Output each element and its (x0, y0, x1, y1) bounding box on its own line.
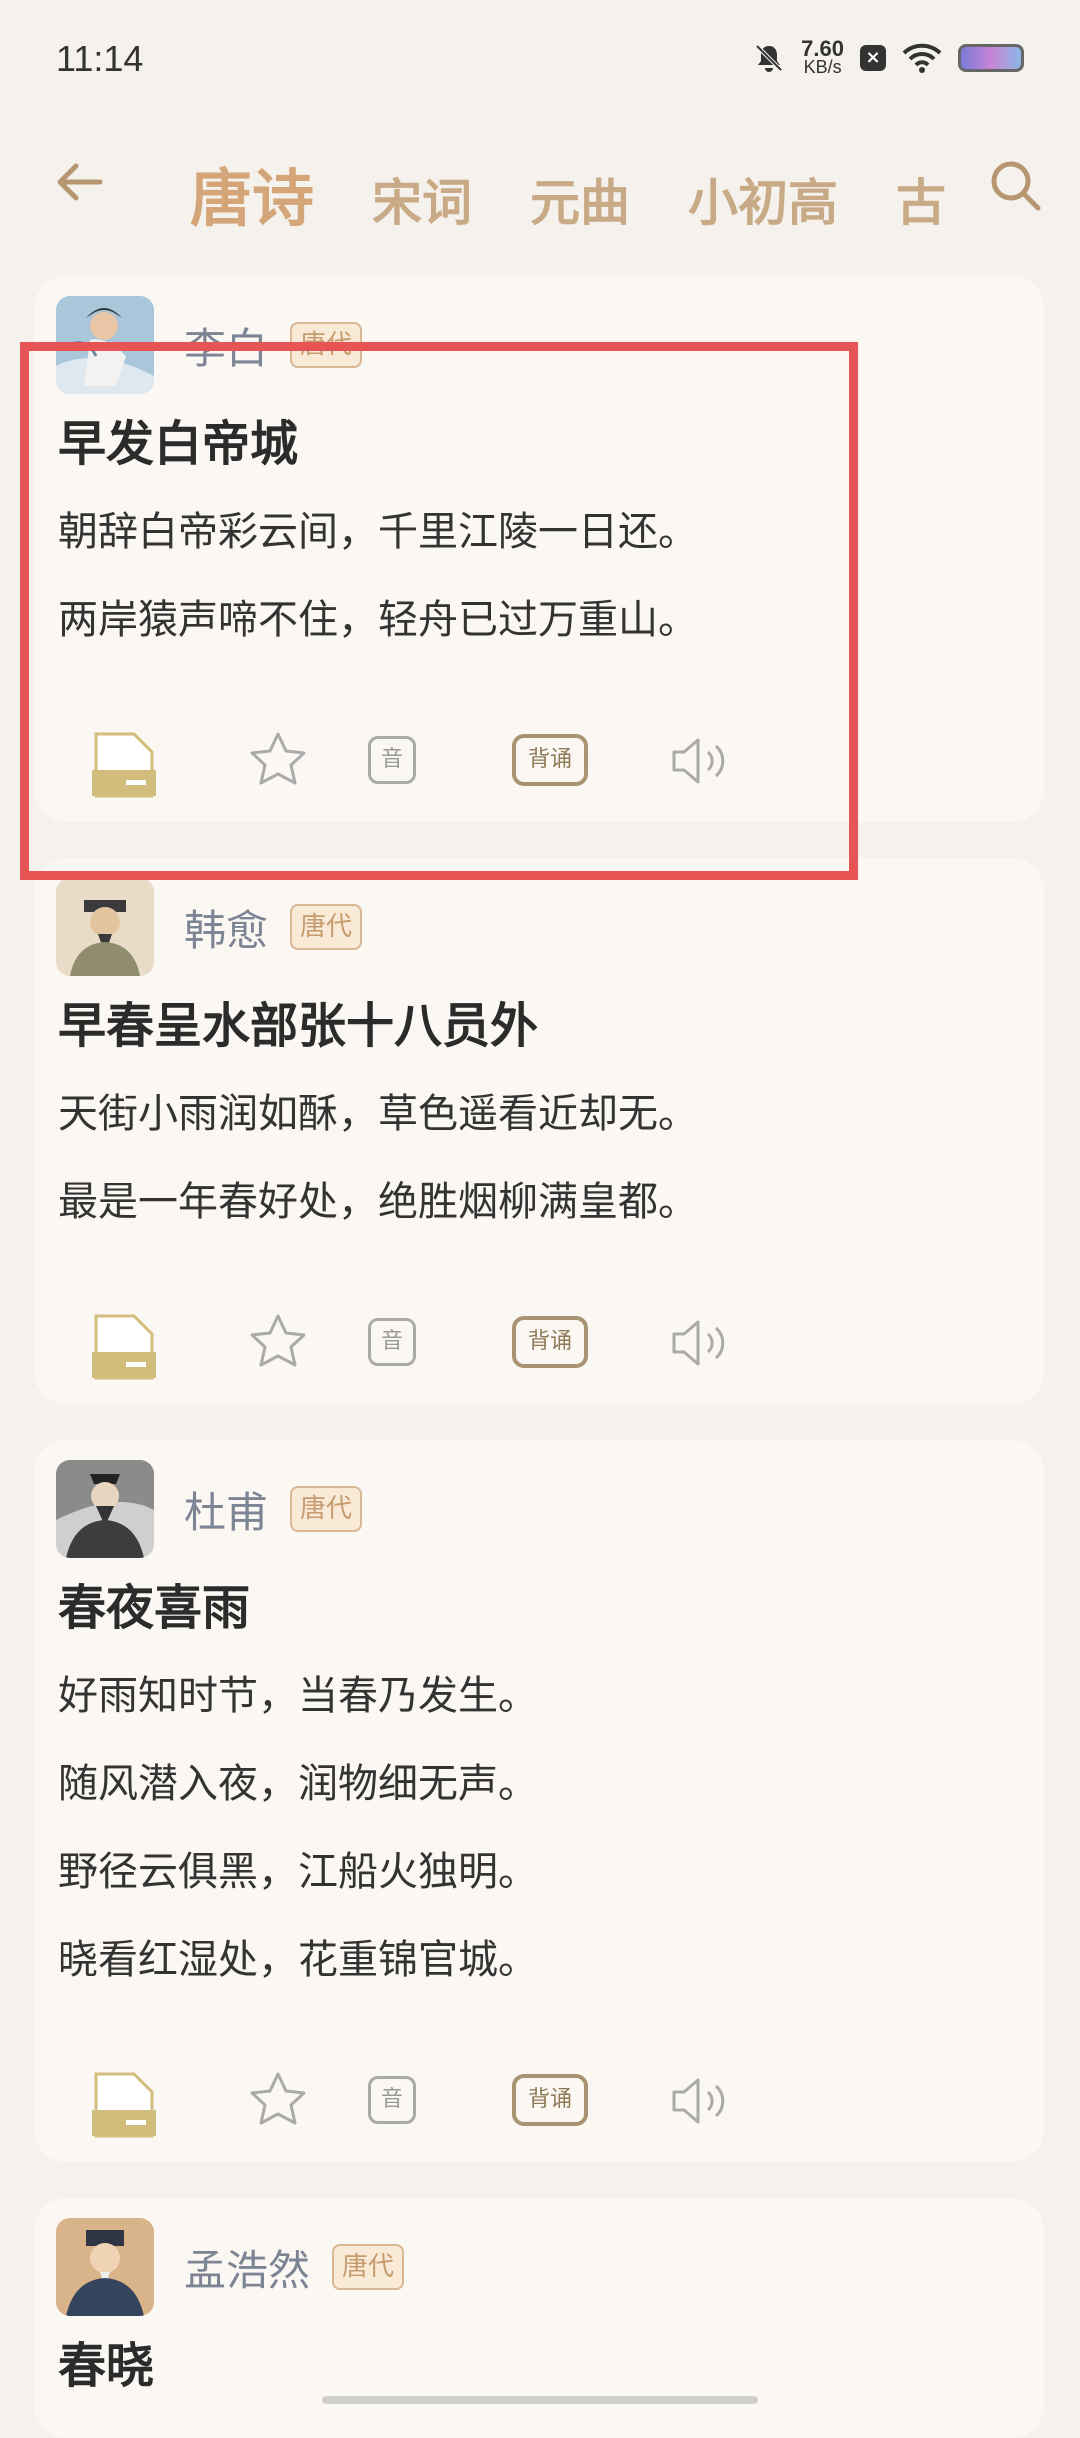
poem-title[interactable]: 春晓 (58, 2326, 154, 2396)
category-tabs: 唐诗 宋词 元曲 小初高 古 (190, 148, 946, 238)
author-avatar[interactable] (56, 878, 154, 976)
notification-x-icon: × (860, 45, 886, 71)
action-bar: 音 背诵 (58, 2070, 725, 2140)
document-icon[interactable] (92, 2070, 156, 2140)
poem-line: 晓看红湿处，花重锦官城。 (58, 1937, 538, 1983)
recite-button[interactable]: 背诵 (512, 2074, 588, 2126)
battery-icon (958, 44, 1024, 72)
pinyin-button[interactable]: 音 (368, 1318, 416, 1366)
author-row: 韩愈 唐代 (56, 878, 363, 976)
tab-yuan-qu[interactable]: 元曲 (530, 163, 630, 235)
poem-title[interactable]: 早春呈水部张十八员外 (58, 986, 538, 1056)
speaker-icon[interactable] (670, 1316, 730, 1370)
search-icon[interactable] (986, 156, 1044, 214)
document-icon[interactable] (92, 1312, 156, 1382)
back-arrow-icon[interactable] (50, 152, 110, 212)
tab-ancient[interactable]: 古 (896, 163, 946, 235)
poem-card[interactable]: 杜甫 唐代 春夜喜雨 好雨知时节，当春乃发生。 随风潜入夜，润物细无声。 野径云… (34, 1440, 1044, 2162)
recite-button[interactable]: 背诵 (512, 1316, 588, 1368)
poem-line: 随风潜入夜，润物细无声。 (58, 1761, 538, 1807)
dynasty-badge: 唐代 (332, 2244, 405, 2290)
author-name[interactable]: 杜甫 (184, 1479, 268, 1540)
status-icons: 7.60 KB/s × (753, 36, 1024, 77)
action-bar: 音 背诵 (58, 1312, 725, 1382)
home-indicator[interactable] (322, 2396, 758, 2404)
status-time: 11:14 (56, 38, 144, 79)
speed-unit: KB/s (803, 57, 842, 77)
tab-song-ci[interactable]: 宋词 (372, 163, 472, 235)
star-icon[interactable] (248, 2070, 308, 2130)
author-avatar[interactable] (56, 1460, 154, 1558)
wifi-icon (902, 43, 942, 73)
author-row: 孟浩然 唐代 (56, 2218, 405, 2316)
network-speed: 7.60 KB/s (801, 36, 844, 77)
speed-value: 7.60 (801, 36, 844, 61)
poem-card[interactable]: 韩愈 唐代 早春呈水部张十八员外 天街小雨润如酥，草色遥看近却无。 最是一年春好… (34, 858, 1044, 1404)
poem-title[interactable]: 春夜喜雨 (58, 1568, 250, 1638)
tab-school[interactable]: 小初高 (688, 163, 838, 235)
tab-tang-poems[interactable]: 唐诗 (190, 148, 314, 238)
author-avatar[interactable] (56, 2218, 154, 2316)
author-name[interactable]: 韩愈 (184, 897, 268, 958)
status-bar: 11:14 7.60 KB/s × (0, 0, 1080, 120)
pinyin-button[interactable]: 音 (368, 2076, 416, 2124)
poem-line: 最是一年春好处，绝胜烟柳满皇都。 (58, 1179, 698, 1225)
top-nav: 唐诗 宋词 元曲 小初高 古 (0, 130, 1080, 250)
poem-line: 天街小雨润如酥，草色遥看近却无。 (58, 1091, 698, 1137)
selection-highlight (20, 342, 858, 880)
poem-line: 好雨知时节，当春乃发生。 (58, 1673, 538, 1719)
star-icon[interactable] (248, 1312, 308, 1372)
poem-lines: 好雨知时节，当春乃发生。 随风潜入夜，润物细无声。 野径云俱黑，江船火独明。 晓… (58, 1652, 538, 2004)
dynasty-badge: 唐代 (290, 1486, 363, 1532)
author-row: 杜甫 唐代 (56, 1460, 363, 1558)
poem-lines: 天街小雨润如酥，草色遥看近却无。 最是一年春好处，绝胜烟柳满皇都。 (58, 1070, 698, 1246)
author-name[interactable]: 孟浩然 (184, 2237, 310, 2298)
bell-off-icon (755, 44, 783, 72)
poem-line: 野径云俱黑，江船火独明。 (58, 1849, 538, 1895)
dynasty-badge: 唐代 (290, 904, 363, 950)
speaker-icon[interactable] (670, 2074, 730, 2128)
